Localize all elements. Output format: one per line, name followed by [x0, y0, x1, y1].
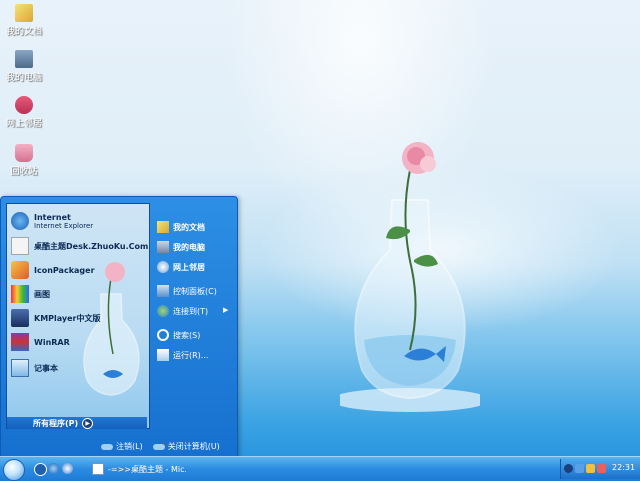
menu-item-network[interactable]: 网上邻居 [157, 259, 205, 275]
menu-item-paint[interactable]: 画图 [11, 284, 50, 304]
tray-volume-icon[interactable] [597, 464, 606, 473]
menu-item-sublabel: Internet Explorer [34, 221, 94, 230]
menu-item-label: 连接到(T) [173, 306, 209, 316]
kmplayer-icon [11, 309, 29, 327]
zhuoku-icon [11, 237, 29, 255]
start-menu: Internet Internet Explorer 桌酷主题Desk.ZhuoK… [0, 196, 238, 458]
desktop-icon-label: 我的文档 [5, 27, 42, 37]
logoff-label: 注销(L) [116, 442, 143, 451]
menu-item-winrar[interactable]: WinRAR [11, 332, 70, 352]
internet-explorer-icon [11, 212, 29, 230]
menu-item-iconpackager[interactable]: IconPackager [11, 260, 95, 280]
tray-network-icon[interactable] [575, 464, 584, 473]
start-menu-footer: 注销(L) 关闭计算机(U) [101, 441, 220, 452]
desktop-icon-network[interactable]: 网上邻居 [2, 96, 46, 129]
menu-item-notepad[interactable]: 记事本 [11, 358, 58, 378]
connect-icon [157, 305, 169, 317]
my-documents-icon [15, 4, 33, 22]
submenu-arrow-icon: ▶ [223, 306, 229, 314]
desktop-icon-label: 回收站 [10, 167, 38, 177]
paint-icon [11, 285, 29, 303]
menu-item-my-computer[interactable]: 我的电脑 [157, 239, 205, 255]
control-panel-icon [157, 285, 169, 297]
shutdown-button[interactable]: 关闭计算机(U) [152, 441, 220, 452]
arrow-right-icon: ▶ [82, 417, 94, 429]
notepad-icon [11, 359, 29, 377]
shutdown-label: 关闭计算机(U) [167, 442, 220, 451]
menu-item-zhuoku[interactable]: 桌酷主题Desk.ZhuoKu.Com [11, 236, 148, 256]
all-programs-label: 所有程序(P) [33, 418, 79, 428]
tray-user-icon[interactable] [586, 464, 595, 473]
network-icon [15, 96, 33, 114]
desktop-icon-recycle-bin[interactable]: 回收站 [2, 144, 46, 177]
menu-item-label: 桌酷主题Desk.ZhuoKu.Com [34, 241, 149, 251]
menu-item-kmplayer[interactable]: KMPlayer中文版 [11, 308, 101, 328]
wallpaper-vase-art [340, 142, 480, 412]
desktop-icon-my-documents[interactable]: 我的文档 [2, 4, 46, 37]
all-programs-button[interactable]: 所有程序(P) ▶ [7, 417, 147, 429]
menu-item-label: 搜索(S) [173, 330, 201, 340]
desktop-icon-label: 网上邻居 [5, 119, 42, 129]
menu-item-run[interactable]: 运行(R)... [157, 347, 208, 363]
menu-item-label: IconPackager [34, 265, 95, 275]
my-computer-icon [15, 50, 33, 68]
desktop-icon-my-computer[interactable]: 我的电脑 [2, 50, 46, 83]
menu-item-label: 画图 [34, 289, 50, 299]
logoff-icon [101, 443, 113, 450]
menu-item-internet[interactable]: Internet Internet Explorer [11, 208, 93, 234]
menu-item-connect-to[interactable]: 连接到(T) [157, 303, 208, 319]
menu-item-label: 运行(R)... [173, 350, 209, 360]
desktop-icon-label: 我的电脑 [5, 73, 42, 83]
quicklaunch-ie-icon[interactable] [48, 463, 59, 474]
start-menu-pinned-pane: Internet Internet Explorer 桌酷主题Desk.ZhuoK… [6, 203, 150, 429]
menu-item-label: 我的电脑 [173, 242, 205, 252]
menu-item-label: 我的文档 [173, 222, 205, 232]
logoff-button[interactable]: 注销(L) [101, 441, 143, 452]
quicklaunch-desktop-icon[interactable] [34, 463, 47, 476]
winrar-icon [11, 333, 29, 351]
quicklaunch-media-icon[interactable] [62, 463, 73, 474]
menu-item-label: 网上邻居 [173, 262, 205, 272]
my-documents-icon [157, 221, 169, 233]
menu-item-label: KMPlayer中文版 [34, 313, 101, 323]
taskbar-clock: 22:31 [612, 463, 636, 472]
taskbar-window-label: -=>>桌酷主题 - Mic... [108, 464, 186, 474]
menu-item-search[interactable]: 搜索(S) [157, 327, 200, 343]
search-icon [157, 329, 169, 341]
taskbar-window-button[interactable]: -=>>桌酷主题 - Mic... [92, 461, 186, 477]
network-icon [157, 261, 169, 273]
my-computer-icon [157, 241, 169, 253]
run-icon [157, 349, 169, 361]
menu-item-my-documents[interactable]: 我的文档 [157, 219, 205, 235]
menu-item-label: 控制面板(C) [173, 286, 217, 296]
menu-item-label: Internet [34, 212, 71, 222]
taskbar: -=>>桌酷主题 - Mic... 22:31 [0, 456, 640, 481]
menu-item-control-panel[interactable]: 控制面板(C) [157, 283, 217, 299]
iconpackager-icon [11, 261, 29, 279]
menu-item-label: WinRAR [34, 337, 70, 347]
start-button[interactable] [3, 459, 25, 481]
window-app-icon [92, 463, 104, 475]
tray-back-icon[interactable] [564, 464, 573, 473]
menu-item-label: 记事本 [34, 363, 58, 373]
recycle-bin-icon [15, 144, 33, 162]
shutdown-icon [152, 443, 165, 450]
